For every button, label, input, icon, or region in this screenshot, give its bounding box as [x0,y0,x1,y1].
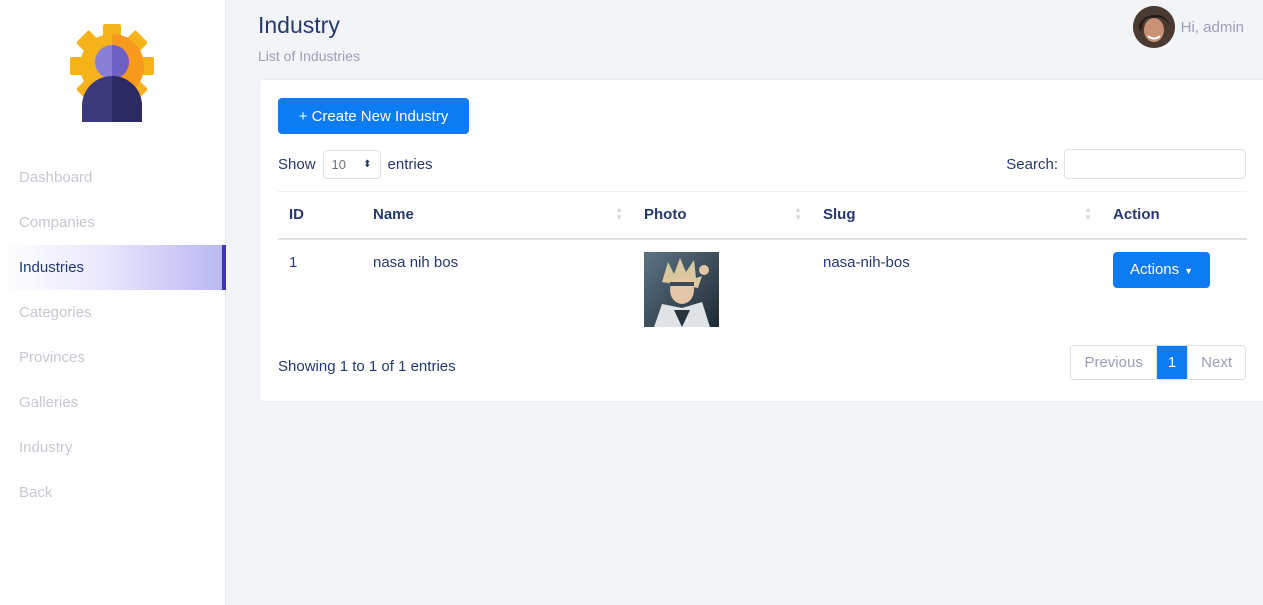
cell-photo [633,239,812,339]
column-header-slug[interactable]: Slug ▲ ▼ [812,191,1102,240]
sidebar-item-companies[interactable]: Companies [0,200,226,245]
page-length-value: 10 [331,157,346,172]
industry-photo [644,251,719,327]
search-input[interactable] [1064,149,1246,179]
table-row: 1 nasa nih bos nasa-nih-bos Actions ▼ [278,239,1247,339]
cell-name: nasa nih bos [373,253,459,271]
sort-icon: ▲ ▼ [1084,205,1092,222]
entries-label: entries [387,156,433,173]
sidebar-item-industries[interactable]: Industries [0,245,226,290]
create-industry-button[interactable]: + Create New Industry [278,98,469,134]
pagination: Previous 1 Next [1070,345,1246,380]
caret-down-icon: ▼ [1184,266,1194,276]
column-header-id[interactable]: ID [278,191,362,240]
sidebar-item-back[interactable]: Back [0,470,226,515]
cell-action: Actions ▼ [1102,239,1247,339]
industries-table: ID Name ▲ ▼ Photo ▲ ▼ Slug ▲ ▼ Action 1 nasa n… [278,191,1247,339]
sidebar-menu: Dashboard Companies Industries Categorie… [0,155,226,515]
sort-icon: ▲ ▼ [794,205,802,222]
cell-slug: nasa-nih-bos [823,253,910,271]
sidebar-item-provinces[interactable]: Provinces [0,335,226,380]
sidebar: Dashboard Companies Industries Categorie… [0,0,226,605]
cell-id: 1 [289,253,298,271]
page-subtitle: List of Industries [258,48,360,64]
page-length-control: Show 10 ⬍ entries [278,150,433,179]
actions-dropdown-button[interactable]: Actions ▼ [1113,251,1210,288]
column-header-action: Action [1102,191,1247,240]
industry-card: + Create New Industry Show 10 ⬍ entries … [259,79,1263,402]
page-title: Industry [258,12,340,38]
pagination-previous[interactable]: Previous [1071,346,1157,379]
show-label: Show [278,156,316,173]
pagination-next[interactable]: Next [1187,346,1245,379]
sidebar-item-galleries[interactable]: Galleries [0,380,226,425]
user-greeting: Hi, admin [1180,18,1244,36]
search-label: Search: [1006,155,1058,173]
user-gear-icon [70,24,154,122]
sidebar-item-categories[interactable]: Categories [0,290,226,335]
pagination-page-current[interactable]: 1 [1156,346,1188,379]
sidebar-item-industry[interactable]: Industry [0,425,226,470]
user-avatar-icon [1132,6,1175,48]
column-header-name[interactable]: Name ▲ ▼ [362,191,633,240]
table-info: Showing 1 to 1 of 1 entries [278,358,456,375]
avatar[interactable] [1132,6,1175,48]
sort-icon: ▲ ▼ [615,205,623,222]
user-menu[interactable]: Hi, admin [1132,6,1244,48]
column-header-photo[interactable]: Photo ▲ ▼ [633,191,812,240]
updown-icon: ⬍ [363,159,372,170]
table-header-row: ID Name ▲ ▼ Photo ▲ ▼ Slug ▲ ▼ Action [278,191,1247,240]
sidebar-item-dashboard[interactable]: Dashboard [0,155,226,200]
search-control: Search: [1006,149,1246,179]
page-length-select[interactable]: 10 ⬍ [322,150,381,179]
